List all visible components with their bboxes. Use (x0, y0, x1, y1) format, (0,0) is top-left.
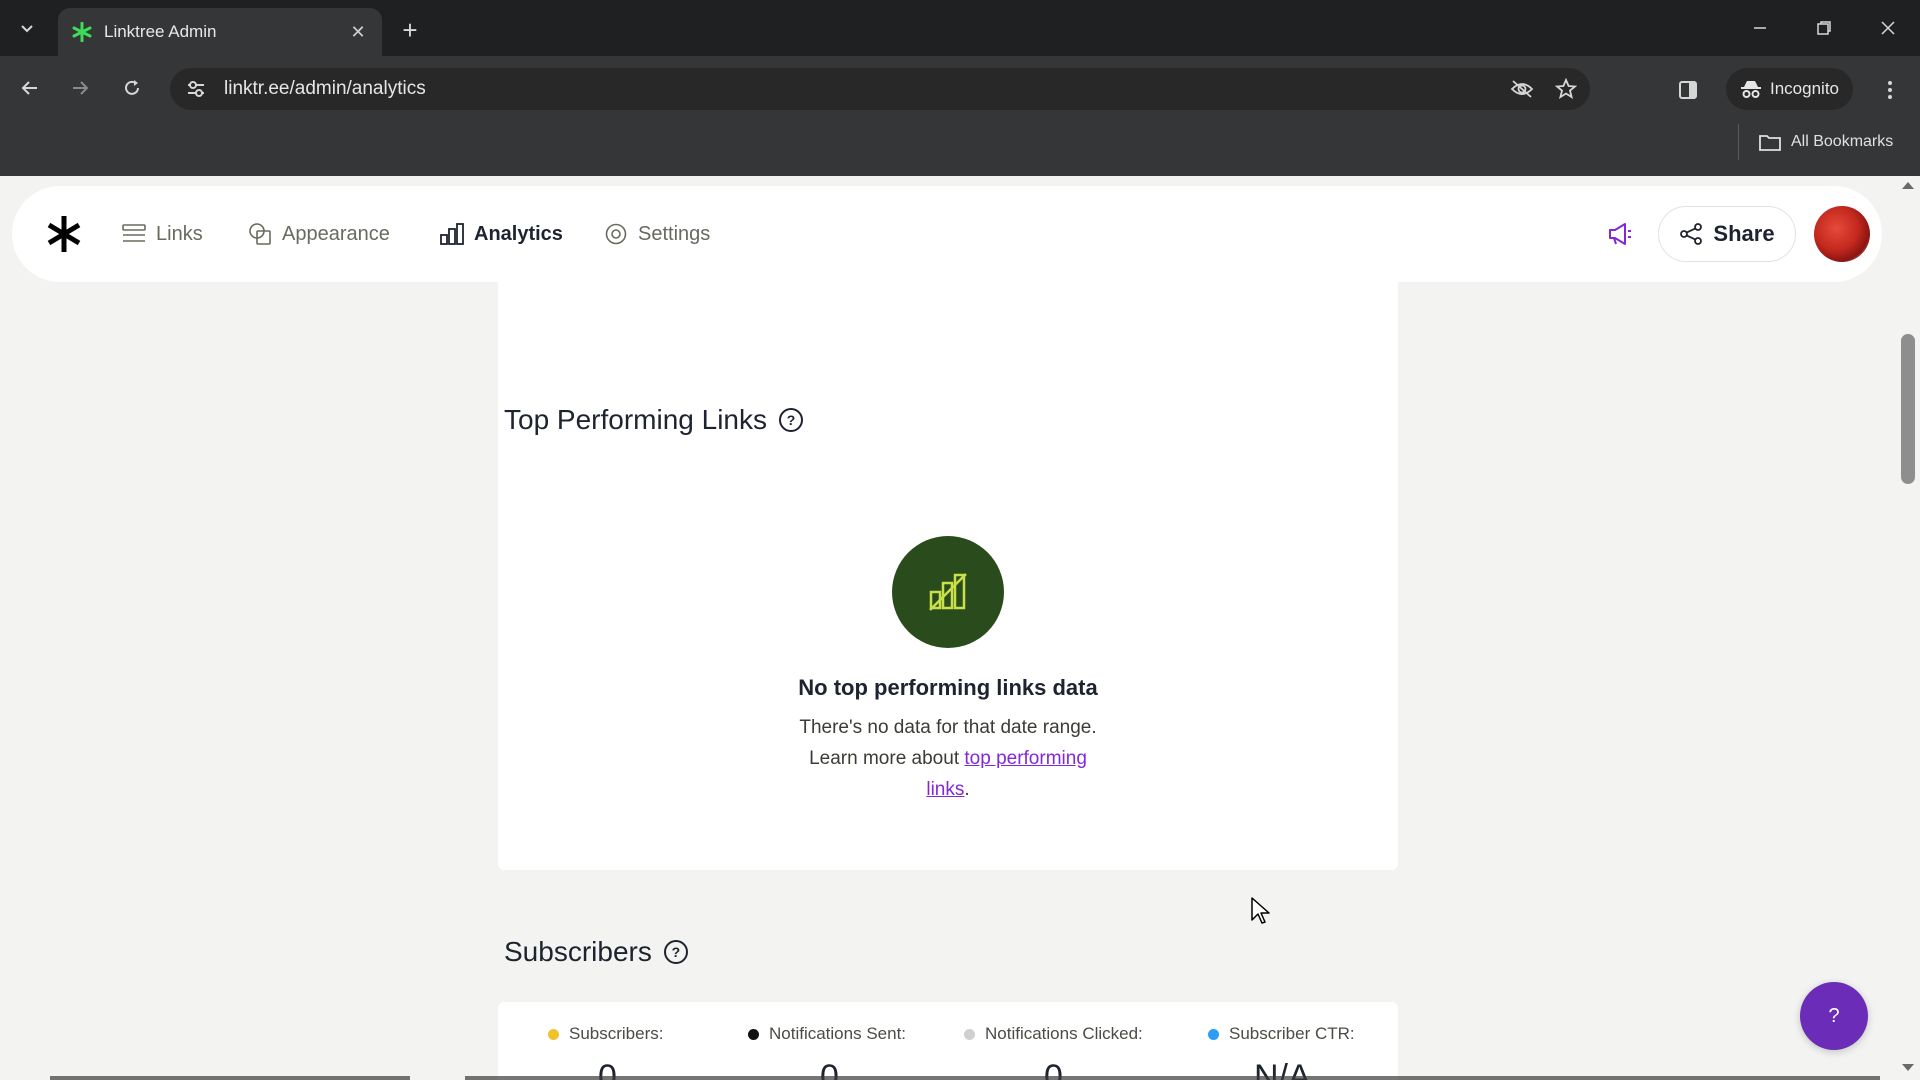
no-data-chart-icon (892, 536, 1004, 648)
page-scrollbar[interactable] (1896, 176, 1920, 1080)
empty-state-text-part2: . (964, 779, 970, 800)
yellow-dot-icon (548, 1028, 559, 1040)
stat-label: Notifications Sent: (769, 1024, 907, 1043)
nav-links-label: Links (156, 222, 203, 245)
folder-icon (1759, 135, 1781, 151)
stat-label: Notifications Clicked: (985, 1024, 1143, 1043)
top-links-card: No top performing links data There's no … (498, 470, 1398, 870)
bottom-progress-line (50, 1076, 1880, 1080)
help-chat-button[interactable]: ? (1800, 982, 1868, 1050)
scrollbar-thumb[interactable] (1901, 334, 1915, 484)
incognito-icon (1741, 81, 1761, 98)
share-icon (1680, 223, 1703, 245)
chevron-down-icon (21, 25, 33, 33)
help-icon[interactable]: ? (663, 940, 688, 964)
nav-analytics-label: Analytics (474, 222, 563, 245)
nav-settings[interactable]: Settings (604, 216, 710, 252)
nav-links[interactable]: Links (122, 216, 203, 252)
blue-dot-icon (1208, 1028, 1219, 1040)
black-dot-icon (748, 1028, 759, 1040)
browser-tabstrip: Linktree Admin ✕ + (0, 0, 1920, 56)
minimize-icon[interactable] (1738, 10, 1782, 46)
all-bookmarks-label: All Bookmarks (1791, 133, 1894, 150)
close-tab-icon[interactable]: ✕ (346, 22, 370, 43)
stat-notifications-sent: Notifications Sent: 0 (748, 1024, 964, 1080)
site-info-icon[interactable] (176, 72, 216, 106)
megaphone-icon[interactable] (1600, 214, 1640, 254)
page-content: Links Appearance Analytics Settings Shar… (0, 176, 1920, 1080)
eye-off-icon[interactable] (1502, 72, 1542, 106)
top-links-heading: Top Performing Links ? (504, 404, 804, 436)
close-window-icon[interactable] (1866, 10, 1910, 46)
nav-appearance[interactable]: Appearance (248, 216, 390, 252)
side-panel-icon[interactable] (1668, 70, 1708, 110)
nav-analytics[interactable]: Analytics (440, 216, 563, 252)
scroll-up-arrow-icon[interactable] (1902, 182, 1914, 189)
help-icon[interactable]: ? (779, 408, 804, 432)
gear-icon (605, 223, 627, 245)
avatar[interactable] (1814, 206, 1870, 262)
mouse-pointer-icon (1251, 897, 1270, 924)
top-links-title: Top Performing Links (504, 404, 768, 435)
nav-appearance-label: Appearance (282, 222, 390, 245)
incognito-badge[interactable]: Incognito (1726, 68, 1853, 110)
nav-settings-label: Settings (638, 222, 711, 245)
share-button[interactable]: Share (1658, 206, 1796, 262)
list-icon (122, 224, 146, 242)
address-bar[interactable]: linktr.ee/admin/analytics (170, 68, 1590, 110)
subscribers-card: Subscribers: 0 Notifications Sent: 0 Not… (498, 1002, 1398, 1080)
stat-label: Subscribers: (569, 1024, 664, 1043)
tab-search-button[interactable] (8, 10, 46, 46)
stat-subscribers: Subscribers: 0 (548, 1024, 748, 1080)
reload-icon[interactable] (112, 68, 152, 108)
forward-arrow-icon[interactable] (60, 68, 100, 108)
empty-state-text: There's no data for that date range. Lea… (798, 712, 1098, 805)
shapes-icon (249, 223, 271, 245)
tab-title: Linktree Admin (104, 22, 217, 41)
all-bookmarks-button[interactable]: All Bookmarks (1738, 124, 1893, 160)
scroll-down-arrow-icon[interactable] (1902, 1064, 1914, 1071)
back-arrow-icon[interactable] (10, 68, 50, 108)
bar-chart-icon (440, 223, 464, 245)
new-tab-button[interactable]: + (392, 12, 428, 48)
browser-tab[interactable]: Linktree Admin ✕ (58, 8, 382, 56)
stat-notifications-clicked: Notifications Clicked: 0 (964, 1024, 1208, 1080)
kebab-menu-icon[interactable] (1872, 70, 1908, 110)
empty-state-title: No top performing links data (798, 675, 1098, 700)
restore-icon[interactable] (1802, 10, 1846, 46)
subscribers-heading: Subscribers ? (504, 936, 688, 968)
stat-label: Subscriber CTR: (1229, 1024, 1355, 1043)
linktree-logo-icon[interactable] (44, 214, 84, 254)
share-label: Share (1713, 221, 1775, 246)
subscriber-stats: Subscribers: 0 Notifications Sent: 0 Not… (548, 1024, 1408, 1080)
url-text[interactable]: linktr.ee/admin/analytics (224, 78, 1502, 100)
incognito-label: Incognito (1770, 79, 1839, 98)
app-navbar: Links Appearance Analytics Settings Shar… (12, 186, 1882, 282)
browser-toolbar: linktr.ee/admin/analytics Incognito All … (0, 56, 1920, 176)
bookmark-star-icon[interactable] (1546, 72, 1586, 106)
subscribers-title: Subscribers (504, 936, 652, 967)
linktree-favicon-icon (72, 22, 92, 42)
gray-dot-icon (964, 1028, 975, 1040)
stat-subscriber-ctr: Subscriber CTR: N/A (1208, 1024, 1408, 1080)
